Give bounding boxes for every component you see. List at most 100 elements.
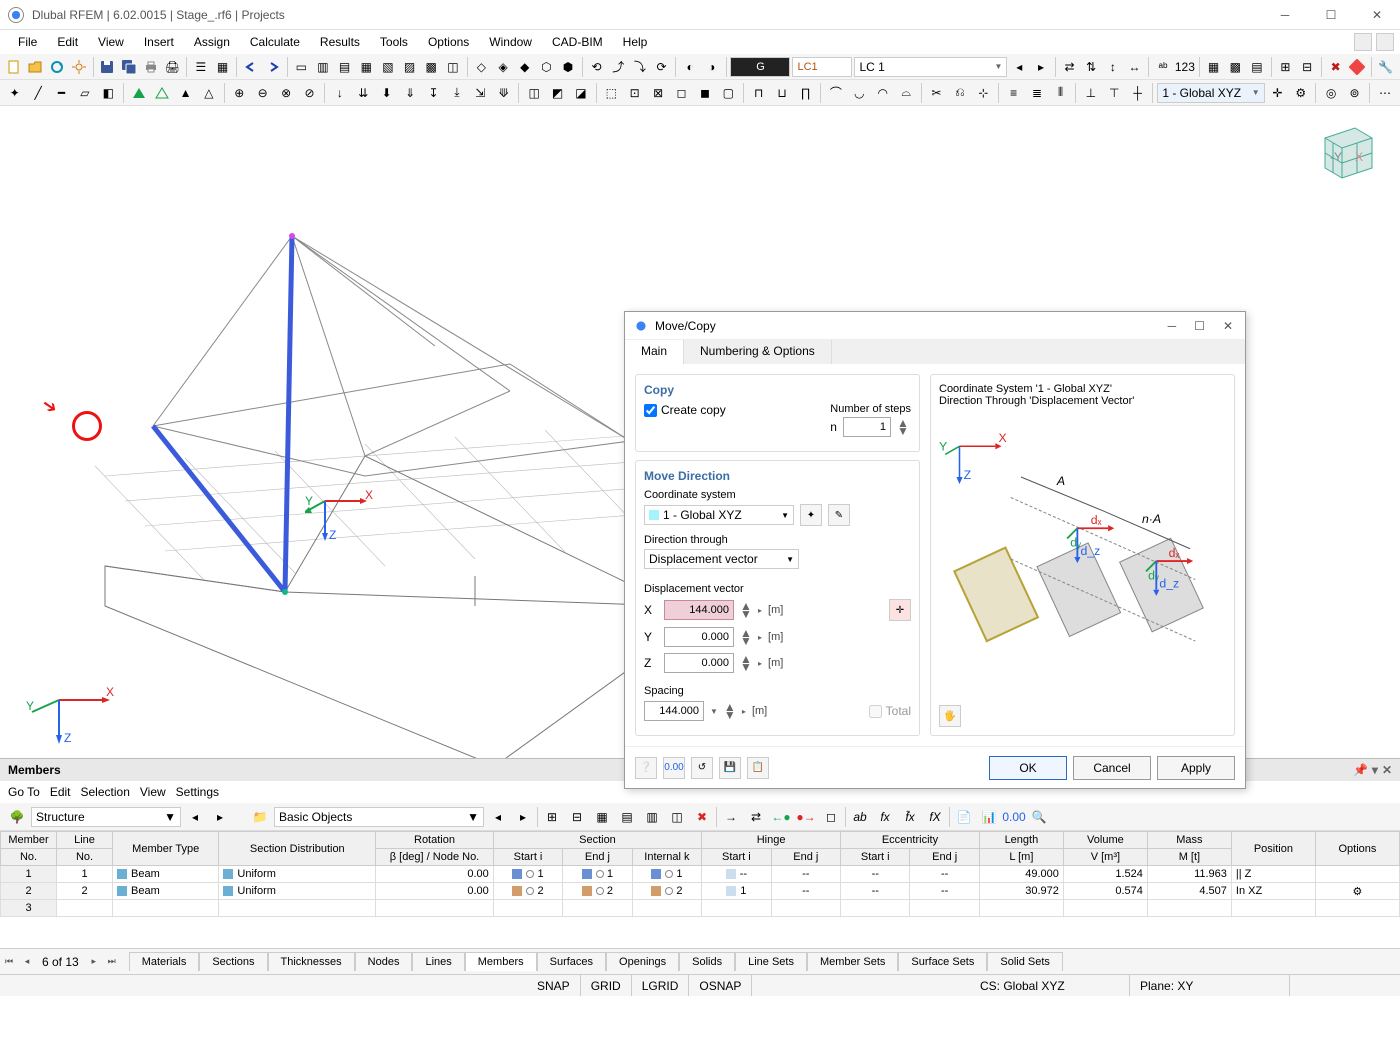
create-copy-input[interactable] — [644, 404, 657, 417]
pt-fx4-icon[interactable]: fX — [924, 806, 946, 828]
ins-b1-icon[interactable]: ↓ — [329, 82, 350, 104]
pt-a4-icon[interactable]: ▤ — [616, 806, 638, 828]
members-table[interactable]: Member Line Member Type Section Distribu… — [0, 831, 1400, 917]
x-spinner[interactable]: ▲▼ — [740, 602, 752, 618]
ins-e2-icon[interactable]: ⊔ — [771, 82, 792, 104]
nav-first-icon[interactable]: ⏮ — [0, 956, 18, 967]
ins-c2-icon[interactable]: ◩ — [547, 82, 568, 104]
status-osnap[interactable]: OSNAP — [689, 975, 752, 996]
ins-b2-icon[interactable]: ⇊ — [353, 82, 374, 104]
tb-g5-icon[interactable]: ▧ — [378, 56, 398, 78]
copy-button[interactable]: 📋 — [747, 757, 769, 779]
menu-help[interactable]: Help — [615, 32, 656, 52]
cs-edit-button[interactable]: ✎ — [828, 504, 850, 526]
ins-h3-icon[interactable]: ⫴ — [1050, 82, 1071, 104]
create-copy-checkbox[interactable]: Create copy — [644, 403, 726, 417]
support1-icon[interactable] — [128, 82, 149, 104]
menu-results[interactable]: Results — [312, 32, 368, 52]
pick-point-button[interactable]: ✛ — [889, 599, 911, 621]
cs-axis-icon[interactable]: ✛ — [1267, 82, 1288, 104]
solid-icon[interactable]: ◧ — [98, 82, 119, 104]
tb-h5-icon[interactable]: ⬢ — [558, 56, 578, 78]
ins-g2-icon[interactable]: ⎌ — [949, 82, 970, 104]
dialog-minimize-icon[interactable]: ─ — [1168, 319, 1177, 333]
btab-lines[interactable]: Lines — [412, 952, 464, 971]
pt-prev-icon[interactable]: ◂ — [184, 806, 206, 828]
units-button[interactable]: 0.00 — [663, 757, 685, 779]
tb-j2-icon[interactable]: ◑ — [702, 56, 722, 78]
ins-h1-icon[interactable]: ≡ — [1003, 82, 1024, 104]
tb-g3-icon[interactable]: ▤ — [335, 56, 355, 78]
next-lc-icon[interactable]: ▸ — [1031, 56, 1051, 78]
grid-icon[interactable]: ▦ — [213, 56, 233, 78]
th-line[interactable]: Line — [57, 832, 113, 849]
ins-f3-icon[interactable]: ◠ — [872, 82, 893, 104]
tab-numbering[interactable]: Numbering & Options — [684, 340, 832, 364]
tb-n1-icon[interactable]: ⊞ — [1276, 56, 1296, 78]
ins-d5-icon[interactable]: ◼ — [694, 82, 715, 104]
z-input[interactable]: 0.000 — [664, 653, 734, 673]
ins-b4-icon[interactable]: ⇓ — [399, 82, 420, 104]
pt-fx2-icon[interactable]: fx — [874, 806, 896, 828]
tb-i3-icon[interactable]: ⤵ — [630, 56, 650, 78]
tb-g2-icon[interactable]: ▥ — [313, 56, 333, 78]
th-section[interactable]: Section — [493, 832, 701, 849]
wrench-icon[interactable]: 🔧 — [1376, 56, 1396, 78]
table-row[interactable]: 3 — [1, 900, 1400, 917]
ins-b7-icon[interactable]: ⇲ — [470, 82, 491, 104]
ins-f4-icon[interactable]: ⌓ — [895, 82, 916, 104]
th-member[interactable]: Member — [1, 832, 57, 849]
th-len[interactable]: Length — [979, 832, 1063, 849]
dialog-maximize-icon[interactable]: ☐ — [1194, 319, 1205, 333]
btab-solids[interactable]: Solids — [679, 952, 735, 971]
lc-combo[interactable]: LC 1▼ — [854, 57, 1007, 77]
menu-file[interactable]: File — [10, 32, 45, 52]
dialog-close-icon[interactable]: ✕ — [1223, 319, 1233, 333]
panel-close-icon[interactable]: ✕ — [1382, 763, 1392, 777]
tb-i2-icon[interactable]: ⤴ — [608, 56, 628, 78]
ins-d1-icon[interactable]: ⬚ — [601, 82, 622, 104]
menu-view[interactable]: View — [90, 32, 132, 52]
total-checkbox[interactable]: Total — [869, 704, 911, 718]
th-rot[interactable]: Rotation — [376, 832, 494, 849]
ins-h2-icon[interactable]: ≣ — [1026, 82, 1047, 104]
panel-combo-basic[interactable]: Basic Objects▼ — [274, 807, 484, 827]
table-row[interactable]: 11 Beam Uniform 0.00 1 1 1 -------- 49.0… — [1, 866, 1400, 883]
th-vol[interactable]: Volume — [1063, 832, 1147, 849]
tb-k4-icon[interactable]: ↔ — [1125, 56, 1145, 78]
tb-m1-icon[interactable]: ▦ — [1204, 56, 1224, 78]
redo-icon[interactable] — [263, 56, 283, 78]
ok-button[interactable]: OK — [989, 756, 1067, 780]
pt-c2-icon[interactable]: 📊 — [978, 806, 1000, 828]
print-icon[interactable] — [141, 56, 161, 78]
panel-pin-icon[interactable]: 📌 — [1353, 763, 1368, 777]
ins-g3-icon[interactable]: ⊹ — [973, 82, 994, 104]
tb-m3-icon[interactable]: ▤ — [1247, 56, 1267, 78]
pt-b1-icon[interactable]: → — [720, 806, 742, 828]
ins-d3-icon[interactable]: ⊠ — [647, 82, 668, 104]
tb-j1-icon[interactable]: ◐ — [680, 56, 700, 78]
ins-a3-icon[interactable]: ⊗ — [275, 82, 296, 104]
spacing-menu-icon[interactable]: ▸ — [742, 707, 746, 716]
close-button[interactable]: ✕ — [1354, 0, 1400, 30]
btab-openings[interactable]: Openings — [606, 952, 679, 971]
settings-icon[interactable] — [69, 56, 89, 78]
menu-options[interactable]: Options — [420, 32, 477, 52]
ins-b6-icon[interactable]: ⤓ — [446, 82, 467, 104]
tb-i4-icon[interactable]: ⟳ — [652, 56, 672, 78]
th-opt[interactable]: Options — [1315, 832, 1399, 866]
btab-nodes[interactable]: Nodes — [355, 952, 413, 971]
ins-i3-icon[interactable]: ┼ — [1127, 82, 1148, 104]
menu-cadbim[interactable]: CAD-BIM — [544, 32, 611, 52]
list-icon[interactable]: ☰ — [191, 56, 211, 78]
tb-g4-icon[interactable]: ▦ — [356, 56, 376, 78]
ins-e1-icon[interactable]: ⊓ — [748, 82, 769, 104]
y-input[interactable]: 0.000 — [664, 627, 734, 647]
print-preview-icon[interactable]: 🖨 — [162, 56, 182, 78]
spacing-input[interactable]: 144.000 — [644, 701, 704, 721]
more-icon[interactable]: ⋯ — [1374, 82, 1395, 104]
ins-a1-icon[interactable]: ⊕ — [229, 82, 250, 104]
table-row[interactable]: 22 Beam Uniform 0.00 2 2 2 1------ 30.97… — [1, 883, 1400, 900]
tb-i1-icon[interactable]: ⟲ — [587, 56, 607, 78]
ins-f2-icon[interactable]: ◡ — [849, 82, 870, 104]
